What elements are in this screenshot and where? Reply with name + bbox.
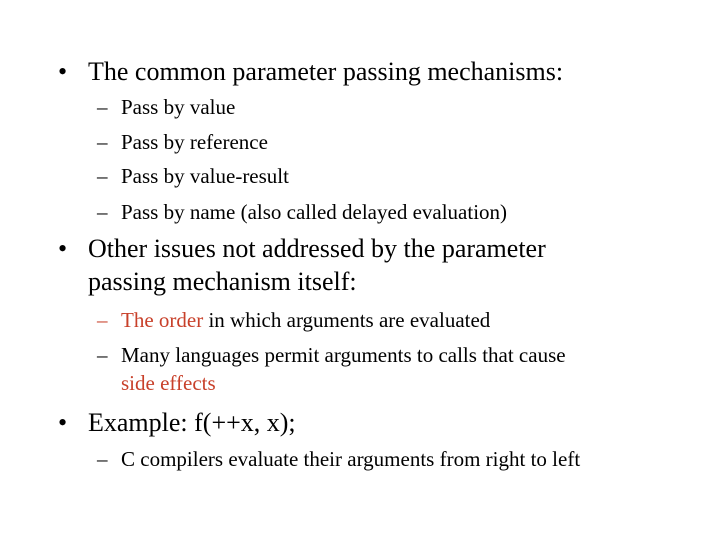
sub-bullet-text: Many languages permit arguments to calls… [121, 343, 566, 367]
sub-bullet-text: C compilers evaluate their arguments fro… [121, 447, 581, 471]
highlight-text: The order [121, 308, 204, 332]
bullet-icon: • [58, 408, 68, 437]
sub-bullet-text: Pass by name (also called delayed evalua… [121, 200, 508, 224]
dash-icon: – [97, 343, 108, 367]
dash-icon: – [97, 164, 108, 188]
dash-icon: – [97, 130, 108, 154]
dash-icon: – [97, 200, 108, 224]
bullet-icon: • [58, 234, 68, 263]
highlight-text: side effects [121, 371, 216, 395]
bullet-text: Example: f(++x, x); [88, 408, 296, 437]
sub-bullet-text: in which arguments are evaluated [203, 308, 491, 332]
bullet-text: The common parameter passing mechanisms: [88, 57, 564, 86]
dash-icon: – [97, 447, 108, 471]
bullet-icon: • [58, 57, 68, 86]
dash-icon: – [97, 308, 108, 332]
sub-bullet-text: Pass by value [121, 95, 236, 119]
sub-bullet-text: Pass by value-result [121, 164, 289, 188]
bullet-text: passing mechanism itself: [88, 267, 357, 296]
dash-icon: – [97, 95, 108, 119]
sub-bullet-text: Pass by reference [121, 130, 268, 154]
bullet-text: Other issues not addressed by the parame… [88, 234, 546, 263]
